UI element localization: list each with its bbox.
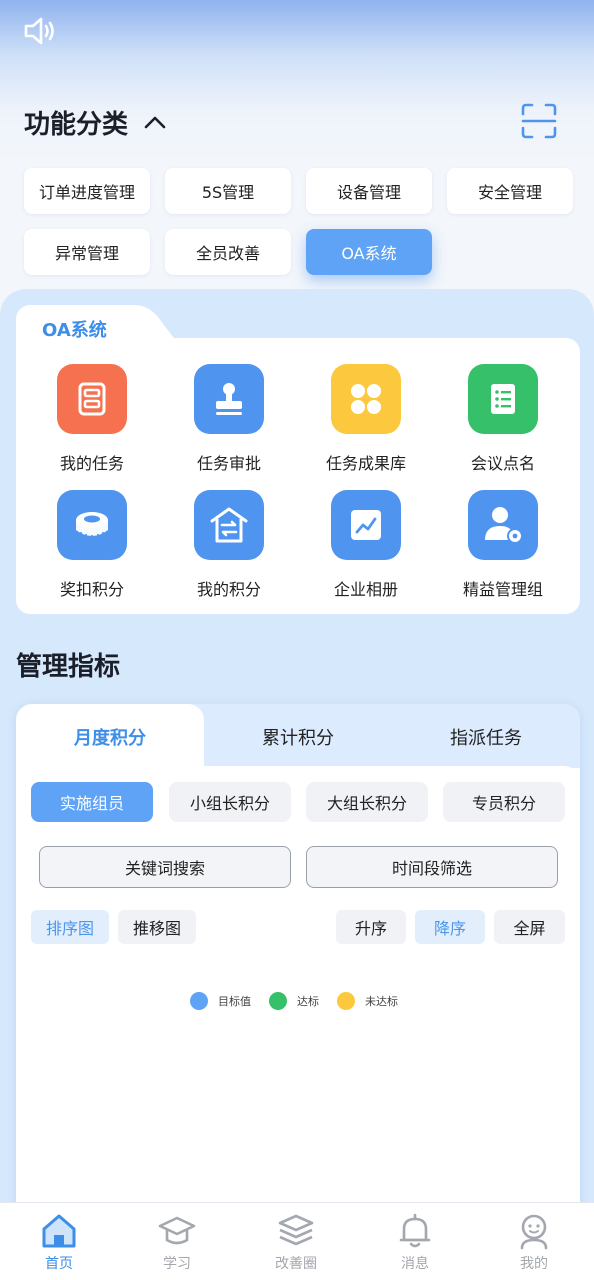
app-label: 会议点名: [470, 454, 535, 473]
app-lean-management-group[interactable]: 精益管理组: [443, 490, 563, 600]
grid-dots-icon: [331, 364, 401, 434]
category-oa[interactable]: OA系统: [306, 229, 432, 275]
keyword-search-button[interactable]: 关键词搜索: [39, 846, 291, 888]
nav-label: 学习: [163, 1256, 191, 1272]
app-task-results[interactable]: 任务成果库: [306, 364, 426, 474]
category-5s[interactable]: 5S管理: [165, 168, 291, 214]
subtab-specialist-points[interactable]: 专员积分: [443, 782, 565, 822]
task-list-icon: [57, 364, 127, 434]
category-safety[interactable]: 安全管理: [447, 168, 573, 214]
house-transfer-icon: [194, 490, 264, 560]
nav-profile[interactable]: 我的: [475, 1211, 593, 1273]
user-gear-icon: [468, 490, 538, 560]
nav-learning[interactable]: 学习: [118, 1211, 236, 1273]
app-label: 企业相册: [333, 580, 398, 599]
fullscreen-button[interactable]: 全屏: [494, 910, 565, 944]
legend-not-met: 未达标: [337, 992, 398, 1010]
app-meeting-roll-call[interactable]: 会议点名: [443, 364, 563, 474]
app-label: 精益管理组: [462, 580, 543, 599]
chevron-up-icon[interactable]: [142, 110, 168, 136]
subtab-team-leader-points[interactable]: 小组长积分: [169, 782, 291, 822]
legend-label: 未达标: [365, 995, 398, 1008]
scan-icon[interactable]: [520, 102, 558, 140]
profile-icon: [520, 1214, 548, 1250]
sorted-chart-button[interactable]: 排序图: [31, 910, 109, 944]
tape-measure-icon: [57, 490, 127, 560]
nav-label: 首页: [45, 1256, 73, 1272]
nav-home[interactable]: 首页: [0, 1211, 118, 1273]
nav-messages[interactable]: 消息: [356, 1211, 474, 1273]
stamp-icon: [194, 364, 264, 434]
app-label: 我的积分: [196, 580, 261, 599]
app-my-tasks[interactable]: 我的任务: [32, 364, 152, 474]
descending-button[interactable]: 降序: [415, 910, 485, 944]
bottom-navigation: 首页 学习 改善圈 消息 我的: [0, 1202, 594, 1280]
legend-dot-met: [269, 992, 287, 1010]
nav-label: 改善圈: [275, 1256, 317, 1272]
legend-label: 达标: [297, 995, 319, 1008]
time-range-filter-button[interactable]: 时间段筛选: [306, 846, 558, 888]
tab-monthly-points[interactable]: 月度积分: [16, 724, 204, 750]
legend-label: 目标值: [218, 995, 251, 1008]
app-company-album[interactable]: 企业相册: [306, 490, 426, 600]
app-my-points[interactable]: 我的积分: [169, 490, 289, 600]
legend-met: 达标: [269, 992, 319, 1010]
tab-cumulative-points[interactable]: 累计积分: [204, 724, 392, 750]
subtab-implementers[interactable]: 实施组员: [31, 782, 153, 822]
legend-target: 目标值: [190, 992, 251, 1010]
app-label: 我的任务: [59, 454, 124, 473]
chart-legend: 目标值 达标 未达标: [190, 992, 416, 1010]
category-exception[interactable]: 异常管理: [24, 229, 150, 275]
bell-icon: [399, 1213, 431, 1248]
category-order-progress[interactable]: 订单进度管理: [24, 168, 150, 214]
ascending-button[interactable]: 升序: [336, 910, 406, 944]
app-reward-points[interactable]: 奖扣积分: [32, 490, 152, 600]
oa-apps-card: 我的任务 任务审批 任务成果库 会议点名 奖扣积分 我的积分 企业相册 精益管理…: [16, 338, 580, 614]
category-improvement[interactable]: 全员改善: [165, 229, 291, 275]
home-icon: [42, 1214, 76, 1248]
metrics-card: 月度积分 累计积分 指派任务 实施组员 小组长积分 大组长积分 专员积分 关键词…: [16, 704, 580, 1224]
legend-dot-not-met: [337, 992, 355, 1010]
checklist-icon: [468, 364, 538, 434]
layers-icon: [278, 1214, 314, 1246]
graduation-cap-icon: [158, 1216, 196, 1245]
app-task-approval[interactable]: 任务审批: [169, 364, 289, 474]
section-title: 功能分类: [24, 110, 129, 140]
app-label: 任务审批: [196, 454, 261, 473]
legend-dot-target: [190, 992, 208, 1010]
subtab-group-leader-points[interactable]: 大组长积分: [306, 782, 428, 822]
trend-chart-button[interactable]: 推移图: [118, 910, 196, 944]
app-label: 任务成果库: [325, 454, 406, 473]
photo-chart-icon: [331, 490, 401, 560]
nav-label: 我的: [520, 1256, 548, 1272]
nav-label: 消息: [401, 1256, 429, 1272]
category-equipment[interactable]: 设备管理: [306, 168, 432, 214]
app-label: 奖扣积分: [59, 580, 124, 599]
feature-category-header[interactable]: 功能分类: [24, 104, 168, 141]
speaker-icon[interactable]: [22, 14, 56, 48]
tab-assigned-tasks[interactable]: 指派任务: [392, 724, 580, 750]
management-metrics-title: 管理指标: [16, 652, 121, 682]
nav-improvement-circle[interactable]: 改善圈: [237, 1211, 355, 1273]
